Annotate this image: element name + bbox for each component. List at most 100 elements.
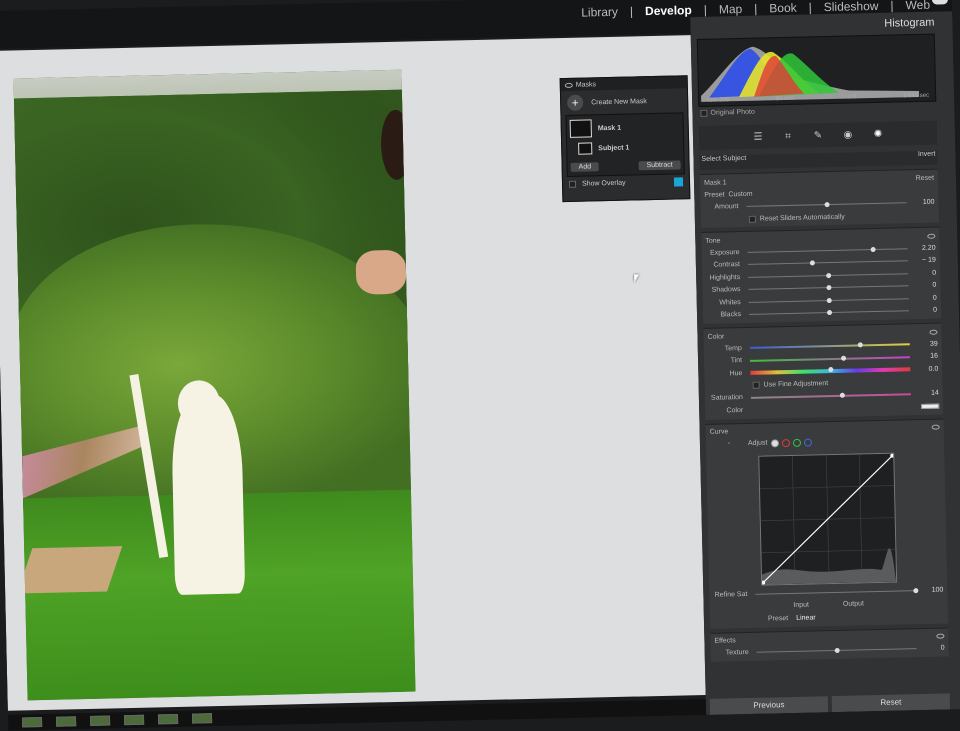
module-book[interactable]: Book bbox=[769, 1, 797, 16]
image-canvas[interactable]: Masks + Create New Mask Mask 1 Subject 1 … bbox=[0, 35, 706, 711]
mask-item-mask-1[interactable]: Mask 1 bbox=[569, 116, 680, 138]
fine-adjust-checkbox[interactable] bbox=[752, 381, 760, 389]
blacks-label: Blacks bbox=[720, 311, 742, 319]
tone-curve-graph[interactable] bbox=[758, 452, 898, 586]
filmstrip-thumbnail[interactable] bbox=[191, 713, 213, 724]
preset-dropdown[interactable]: Custom bbox=[728, 191, 752, 199]
lightroom-window: Library | Develop | Map | Book | Slideshow | … bbox=[0, 0, 960, 731]
mask-list: Mask 1 Subject 1 Add Subtract bbox=[565, 112, 685, 177]
shadows-value[interactable]: 0 bbox=[912, 282, 936, 290]
mask-component-subject-1[interactable]: Subject 1 bbox=[570, 136, 680, 158]
slider-knob[interactable] bbox=[834, 648, 840, 654]
eye-icon[interactable] bbox=[936, 633, 945, 639]
saturation-slider[interactable] bbox=[750, 392, 911, 399]
eye-icon[interactable] bbox=[927, 233, 936, 239]
healing-icon[interactable]: ✎ bbox=[811, 130, 825, 141]
temp-slider[interactable] bbox=[749, 342, 910, 350]
output-label: Output bbox=[842, 600, 865, 609]
tool-strip: ☰ ⌗ ✎ ◉ ✺ bbox=[698, 120, 938, 150]
reset-button[interactable]: Reset bbox=[831, 693, 951, 713]
exposure-slider[interactable] bbox=[747, 246, 908, 253]
highlights-value[interactable]: 0 bbox=[912, 269, 936, 277]
right-panel: Histogram ISO 200 85 mm f / 2.0 1/640 se… bbox=[690, 11, 960, 715]
slider-knob[interactable] bbox=[828, 367, 834, 373]
overlay-color-swatch[interactable] bbox=[673, 176, 684, 187]
slider-knob[interactable] bbox=[858, 342, 864, 348]
edit-sliders-icon[interactable]: ☰ bbox=[751, 131, 765, 142]
module-library[interactable]: Library bbox=[581, 5, 618, 20]
slider-knob[interactable] bbox=[826, 272, 832, 278]
mask-reset-button[interactable]: Reset bbox=[916, 174, 934, 181]
curve-preset-dropdown[interactable]: Linear bbox=[796, 614, 816, 621]
curve-svg bbox=[759, 453, 897, 585]
refine-sat-value[interactable]: 100 bbox=[919, 586, 944, 594]
point-curve-icon[interactable]: ◦ bbox=[710, 440, 748, 448]
slider-knob[interactable] bbox=[824, 202, 830, 208]
contrast-value[interactable]: − 19 bbox=[912, 257, 936, 265]
slider-knob[interactable] bbox=[809, 260, 815, 266]
contrast-slider[interactable] bbox=[747, 260, 908, 266]
histogram: ISO 200 85 mm f / 2.0 1/640 sec bbox=[696, 33, 937, 107]
filmstrip-thumbnail[interactable] bbox=[89, 715, 111, 726]
filmstrip-thumbnail[interactable] bbox=[157, 713, 179, 725]
show-overlay-checkbox[interactable] bbox=[568, 180, 577, 188]
texture-value[interactable]: 0 bbox=[921, 645, 945, 653]
subtract-button[interactable]: Subtract bbox=[638, 160, 681, 171]
select-subject-label[interactable]: Select Subject bbox=[701, 155, 746, 170]
plus-icon: + bbox=[567, 94, 584, 111]
hue-value[interactable]: 0.0 bbox=[914, 365, 939, 373]
blue-channel-icon[interactable] bbox=[804, 438, 813, 447]
reset-sliders-checkbox[interactable] bbox=[748, 215, 756, 223]
module-map[interactable]: Map bbox=[719, 2, 743, 17]
color-label: Color bbox=[726, 406, 744, 415]
eye-icon[interactable] bbox=[564, 82, 573, 88]
amount-slider[interactable] bbox=[746, 202, 907, 208]
create-new-mask-button[interactable]: + Create New Mask bbox=[561, 88, 688, 115]
hue-slider[interactable] bbox=[750, 367, 911, 376]
module-web[interactable]: Web bbox=[905, 0, 930, 12]
tint-value[interactable]: 16 bbox=[914, 353, 938, 361]
refine-sat-slider[interactable] bbox=[755, 587, 919, 595]
eye-icon[interactable] bbox=[929, 329, 938, 335]
add-button[interactable]: Add bbox=[570, 162, 600, 172]
masking-icon[interactable]: ✺ bbox=[871, 128, 885, 139]
red-eye-icon[interactable]: ◉ bbox=[841, 129, 855, 140]
module-separator: | bbox=[754, 1, 758, 16]
slider-knob[interactable] bbox=[826, 297, 832, 303]
amount-value[interactable]: 100 bbox=[910, 199, 935, 207]
eye-icon[interactable] bbox=[931, 424, 940, 430]
green-channel-icon[interactable] bbox=[793, 438, 802, 447]
slider-knob[interactable] bbox=[870, 246, 876, 252]
mask-settings: Mask 1 Reset Preset Custom Amount 100 Rese… bbox=[699, 168, 939, 228]
shadows-slider[interactable] bbox=[748, 285, 909, 291]
slider-knob[interactable] bbox=[840, 355, 846, 361]
slider-knob[interactable] bbox=[840, 392, 846, 398]
rgb-channel-icon[interactable] bbox=[771, 438, 780, 448]
whites-slider[interactable] bbox=[748, 297, 909, 303]
highlights-slider[interactable] bbox=[748, 272, 909, 278]
invert-toggle[interactable]: Invert bbox=[918, 151, 936, 165]
photo-preview[interactable] bbox=[13, 69, 416, 701]
blacks-value[interactable]: 0 bbox=[913, 307, 937, 315]
module-develop[interactable]: Develop bbox=[645, 3, 692, 18]
texture-slider[interactable] bbox=[756, 648, 917, 654]
color-swatch[interactable] bbox=[921, 403, 940, 409]
whites-value[interactable]: 0 bbox=[913, 294, 937, 302]
filmstrip-thumbnail[interactable] bbox=[55, 716, 77, 727]
filmstrip-thumbnail[interactable] bbox=[21, 717, 43, 728]
module-slideshow[interactable]: Slideshow bbox=[824, 0, 879, 14]
tint-slider[interactable] bbox=[750, 355, 911, 362]
cloud-sync-icon[interactable] bbox=[931, 0, 949, 5]
blacks-slider[interactable] bbox=[749, 310, 910, 316]
previous-button[interactable]: Previous bbox=[709, 696, 829, 715]
saturation-value[interactable]: 14 bbox=[915, 390, 939, 398]
exposure-value[interactable]: 2.20 bbox=[912, 244, 936, 252]
shadows-label: Shadows bbox=[711, 286, 741, 294]
slider-knob[interactable] bbox=[826, 310, 833, 316]
slider-knob[interactable] bbox=[913, 587, 919, 593]
slider-knob[interactable] bbox=[826, 285, 832, 291]
temp-value[interactable]: 39 bbox=[914, 340, 938, 348]
original-photo-checkbox[interactable] bbox=[700, 109, 708, 117]
red-channel-icon[interactable] bbox=[782, 438, 791, 447]
crop-icon[interactable]: ⌗ bbox=[781, 130, 795, 141]
